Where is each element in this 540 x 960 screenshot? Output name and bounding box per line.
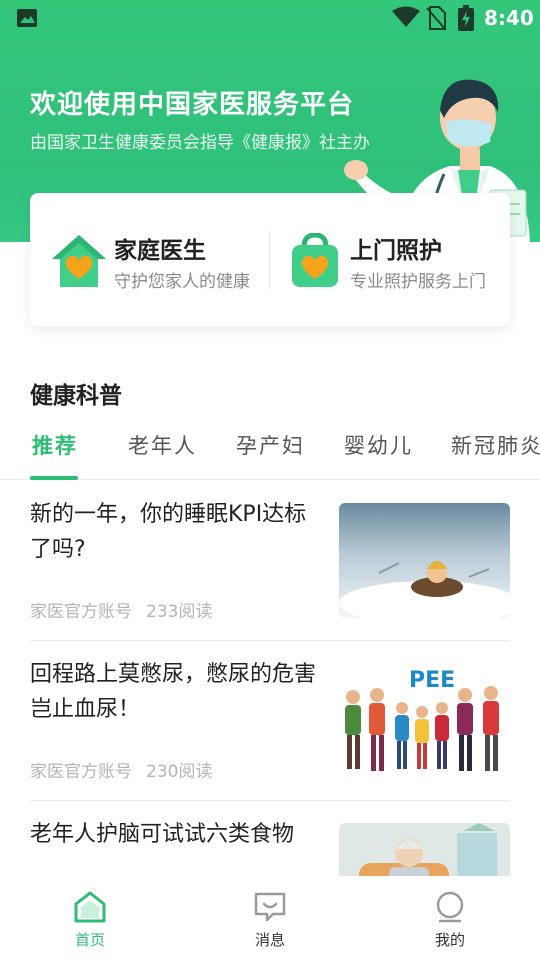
article-title: 新的一年，你的睡眠KPI达标了吗?	[30, 502, 307, 562]
gallery-notification-icon	[17, 9, 37, 27]
status-bar: 8:40	[0, 0, 540, 36]
family-doctor-desc: 守护您家人的健康	[114, 272, 250, 292]
home-care-title: 上门照护	[350, 238, 442, 264]
message-icon	[254, 892, 286, 922]
thumbnail-caption: PEE	[409, 668, 455, 693]
article-title: 老年人护脑可试试六类食物	[30, 822, 295, 847]
tab-indicator	[30, 476, 78, 480]
article-reads: 233阅读	[146, 602, 213, 622]
hero-title: 欢迎使用中国家医服务平台	[30, 90, 355, 120]
article-meta: 家医官方账号 233阅读	[30, 597, 212, 622]
house-heart-icon	[52, 235, 106, 287]
nav-messages[interactable]: 消息	[230, 890, 310, 954]
service-card: 家庭医生 守护您家人的健康 上门照护 专业照护服务上门	[30, 193, 510, 326]
bottom-navigation: 首页 消息 我的	[0, 876, 540, 960]
tab-infant[interactable]: 婴幼儿	[344, 430, 413, 460]
hero-subtitle: 由国家卫生健康委员会指导《健康报》社主办	[30, 133, 370, 153]
family-doctor-title: 家庭医生	[114, 238, 206, 264]
article-title: 回程路上莫憋尿，憋尿的危害岂止血尿！	[30, 662, 317, 722]
article-item[interactable]: 回程路上莫憋尿，憋尿的危害岂止血尿！ 家医官方账号 230阅读 PEE	[30, 641, 510, 801]
tab-covid[interactable]: 新冠肺炎	[451, 430, 540, 460]
article-author: 家医官方账号	[30, 602, 132, 622]
profile-icon	[436, 891, 464, 923]
article-item[interactable]: 新的一年，你的睡眠KPI达标了吗? 家医官方账号 233阅读	[30, 481, 510, 641]
tab-recommend[interactable]: 推荐	[32, 430, 78, 460]
wifi-icon	[392, 6, 420, 27]
service-divider	[269, 231, 270, 289]
status-time: 8:40	[484, 6, 534, 30]
bag-heart-icon	[292, 233, 338, 287]
battery-charging-icon	[458, 5, 474, 31]
home-care-service[interactable]: 上门照护 专业照护服务上门	[286, 229, 510, 293]
nav-profile-label: 我的	[434, 931, 465, 949]
nav-home[interactable]: 首页	[50, 890, 130, 954]
home-care-desc: 专业照护服务上门	[350, 272, 486, 292]
section-title: 健康科普	[30, 383, 122, 409]
nav-profile[interactable]: 我的	[410, 890, 490, 954]
article-author: 家医官方账号	[30, 762, 132, 782]
article-reads: 230阅读	[146, 762, 213, 782]
home-icon	[74, 891, 106, 923]
nav-messages-label: 消息	[254, 931, 285, 949]
nav-home-label: 首页	[74, 931, 105, 949]
article-thumbnail	[339, 503, 510, 618]
no-sim-icon	[426, 6, 446, 30]
family-doctor-service[interactable]: 家庭医生 守护您家人的健康	[50, 229, 270, 293]
category-tabs: 推荐 老年人 孕产妇 婴幼儿 新冠肺炎	[0, 418, 540, 480]
article-meta: 家医官方账号 230阅读	[30, 757, 212, 782]
tab-elderly[interactable]: 老年人	[128, 430, 197, 460]
tab-maternal[interactable]: 孕产妇	[236, 430, 305, 460]
article-thumbnail: PEE	[339, 663, 510, 778]
